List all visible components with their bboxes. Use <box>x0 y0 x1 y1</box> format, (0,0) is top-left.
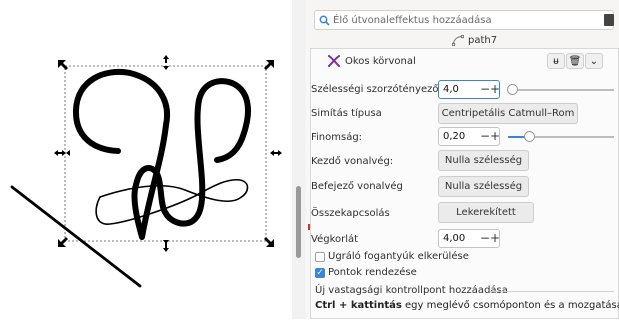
delete-effect-button[interactable]: 🗑 <box>566 53 584 69</box>
sort-points-label: Pontok rendezése <box>328 267 417 278</box>
search-icon <box>319 15 330 26</box>
trash-icon: 🗑 <box>568 55 582 67</box>
end-cap-button[interactable]: Nulla szélesség <box>438 176 529 197</box>
smoothing-type-button[interactable]: Centripetális Catmull–Rom <box>438 103 578 124</box>
path-name: path7 <box>468 35 498 46</box>
hint-shortcut: Ctrl + kattintás <box>315 300 402 311</box>
effect-search-input[interactable]: Élő útvonaleffektus hozzáadása <box>314 10 614 30</box>
toggle-visibility-button[interactable]: ᵾ <box>547 53 565 69</box>
hint-description: egy meglévő csomóponton és a mozgatása <box>401 300 619 311</box>
power-stroke-icon <box>328 55 340 67</box>
plus-icon[interactable]: + <box>490 129 500 143</box>
spin-value: 0,20 <box>443 131 466 142</box>
row-label-end-cap: Befejező vonalvég <box>311 181 403 192</box>
canvas-scroll-thumb[interactable] <box>296 186 301 258</box>
avoid-jumping-handles-label: Ugráló fogantyúk elkerülése <box>328 251 469 262</box>
spin-value: 4,00 <box>443 233 466 244</box>
gallery-icon[interactable] <box>604 14 614 26</box>
miter-limit-spin[interactable]: 4,00 − + <box>438 229 500 248</box>
section-divider <box>490 291 614 292</box>
search-placeholder: Élő útvonaleffektus hozzáadása <box>333 15 492 26</box>
drawing-canvas[interactable] <box>0 0 292 319</box>
row-label-join: Összekapcsolás <box>311 208 390 219</box>
canvas-drawing <box>10 55 282 288</box>
join-type-button[interactable]: Lekerekített <box>438 202 534 223</box>
path-icon <box>452 35 464 46</box>
row-label-smoothing: Simítás típusa <box>311 108 382 119</box>
thick-curve-path[interactable] <box>72 69 251 240</box>
width-multiplier-spin[interactable]: 4,0 − + <box>438 80 500 99</box>
row-label-start-cap: Kezdő vonalvég: <box>311 156 394 167</box>
row-label-miter: Végkorlát <box>311 234 359 245</box>
section-title: Új vastagsági kontrollpont hozzáadása <box>315 285 508 296</box>
eye-icon: ᵾ <box>553 55 559 67</box>
hint-text: Ctrl + kattintás egy meglévő csomóponton… <box>315 300 619 311</box>
avoid-jumping-handles-checkbox[interactable] <box>315 252 325 262</box>
row-label-precision: Finomság: <box>311 132 363 143</box>
effect-title: Okos körvonal <box>345 56 416 67</box>
current-path: path7 <box>452 35 497 46</box>
precision-spin[interactable]: 0,20 − + <box>438 127 500 146</box>
plus-icon[interactable]: + <box>490 231 500 245</box>
spin-value: 4,0 <box>443 84 459 95</box>
sort-points-checkbox[interactable]: ✓ <box>315 268 325 278</box>
canvas-scrollbar[interactable] <box>292 0 306 319</box>
row-label-width: Szélességi szorzótényező <box>311 84 439 95</box>
plus-icon[interactable]: + <box>490 82 500 96</box>
width-slider[interactable] <box>508 89 614 91</box>
diagonal-path[interactable] <box>10 185 142 288</box>
minus-icon[interactable]: − <box>480 129 490 143</box>
chevron-down-icon: ⌄ <box>589 55 599 67</box>
path-effects-panel: Élő útvonaleffektus hozzáadása path7 Oko… <box>310 0 619 319</box>
start-cap-button[interactable]: Nulla szélesség <box>438 150 529 171</box>
minus-icon[interactable]: − <box>480 231 490 245</box>
minus-icon[interactable]: − <box>480 82 490 96</box>
effect-menu-button[interactable]: ⌄ <box>585 53 603 69</box>
